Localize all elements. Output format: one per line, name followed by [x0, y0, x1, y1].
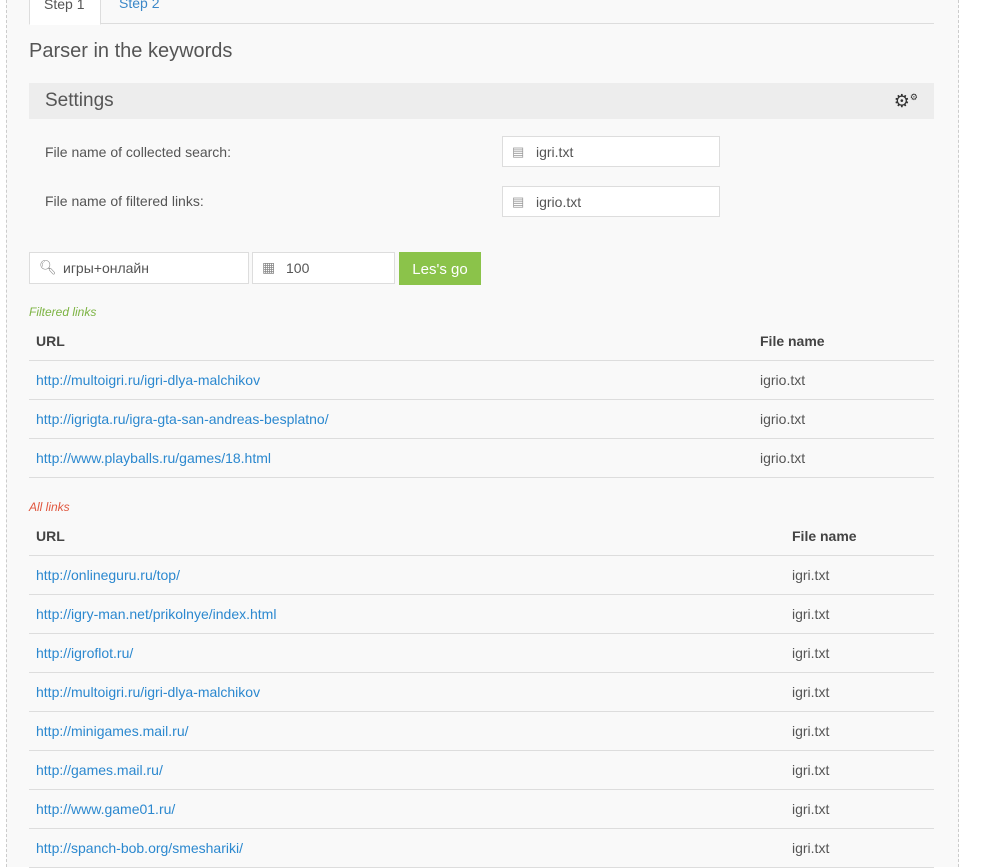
table-row: http://igrigta.ru/igra-gta-san-andreas-b… [29, 399, 934, 439]
count-input[interactable]: ▦ 100 [252, 252, 395, 284]
filtered-caption: Filtered links [29, 305, 97, 319]
table-row: http://www.playballs.ru/games/18.html igr… [29, 438, 934, 478]
collected-file-value: igri.txt [536, 144, 574, 160]
file-name-cell: igri.txt [785, 633, 934, 673]
all-caption: All links [29, 500, 70, 514]
url-link[interactable]: http://multoigri.ru/igri-dlya-malchikov [36, 684, 260, 700]
tab-step-1[interactable]: Step 1 [29, 0, 101, 25]
url-link[interactable]: http://multoigri.ru/igri-dlya-malchikov [36, 372, 260, 388]
file-name-cell: igri.txt [785, 594, 934, 634]
table-row: http://onlineguru.ru/top/igri.txt [29, 555, 934, 595]
file-name-cell: igri.txt [785, 750, 934, 790]
file-header: File name [753, 322, 934, 361]
go-button[interactable]: Les's go [399, 252, 481, 285]
file-icon: ▤ [512, 194, 525, 209]
settings-bar: Settings ⚙⚙ [29, 83, 934, 119]
collected-file-input[interactable]: ▤ igri.txt [502, 136, 720, 167]
filtered-file-value: igrio.txt [536, 194, 582, 210]
file-header: File name [785, 517, 934, 556]
url-link[interactable]: http://spanch-bob.org/smeshariki/ [36, 840, 243, 856]
url-link[interactable]: http://games.mail.ru/ [36, 762, 163, 778]
file-name-cell: igrio.txt [753, 360, 934, 400]
file-name-cell: igri.txt [785, 828, 934, 868]
gears-icon[interactable]: ⚙⚙ [894, 91, 918, 112]
file-name-cell: igri.txt [785, 711, 934, 751]
file-name-cell: igrio.txt [753, 438, 934, 478]
table-row: http://multoigri.ru/igri-dlya-malchikov i… [29, 360, 934, 400]
file-icon: ▤ [512, 144, 525, 159]
calculator-icon: ▦ [262, 259, 276, 275]
filtered-file-input[interactable]: ▤ igrio.txt [502, 186, 720, 217]
filtered-file-label: File name of filtered links: [45, 193, 204, 209]
file-name-cell: igrio.txt [753, 399, 934, 439]
url-link[interactable]: http://igroflot.ru/ [36, 645, 133, 661]
url-header: URL [29, 322, 753, 361]
tab-step-2[interactable]: Step 2 [105, 0, 173, 23]
settings-label: Settings [45, 90, 114, 111]
url-link[interactable]: http://www.playballs.ru/games/18.html [36, 450, 271, 466]
url-link[interactable]: http://onlineguru.ru/top/ [36, 567, 180, 583]
collected-file-label: File name of collected search: [45, 144, 231, 160]
file-name-cell: igri.txt [785, 789, 934, 829]
table-row: http://multoigri.ru/igri-dlya-malchikov i… [29, 672, 934, 712]
table-row: http://www.game01.ru/igri.txt [29, 789, 934, 829]
page-title: Parser in the keywords [29, 40, 233, 62]
filtered-table: URL File name http://multoigri.ru/igri-dl… [29, 322, 934, 478]
file-name-cell: igri.txt [785, 672, 934, 712]
count-value: 100 [286, 260, 310, 276]
table-row: http://minigames.mail.ru/igri.txt [29, 711, 934, 751]
tabs: Step 1 Step 2 [29, 0, 934, 25]
file-name-cell: igri.txt [785, 555, 934, 595]
url-link[interactable]: http://minigames.mail.ru/ [36, 723, 189, 739]
url-link[interactable]: http://igrigta.ru/igra-gta-san-andreas-b… [36, 411, 329, 427]
url-header: URL [29, 517, 785, 556]
table-row: http://igry-man.net/prikolnye/index.html… [29, 594, 934, 634]
url-link[interactable]: http://igry-man.net/prikolnye/index.html [36, 606, 276, 622]
table-row: http://spanch-bob.org/smeshariki/igri.tx… [29, 828, 934, 868]
table-row: http://igroflot.ru/igri.txt [29, 633, 934, 673]
search-icon: 🔍︎ [39, 259, 57, 275]
url-link[interactable]: http://www.game01.ru/ [36, 801, 175, 817]
all-table: URL File name http://onlineguru.ru/top/ig… [29, 517, 934, 868]
search-value: игры+онлайн [63, 260, 149, 276]
search-input[interactable]: 🔍︎ игры+онлайн [29, 252, 249, 284]
table-row: http://games.mail.ru/igri.txt [29, 750, 934, 790]
